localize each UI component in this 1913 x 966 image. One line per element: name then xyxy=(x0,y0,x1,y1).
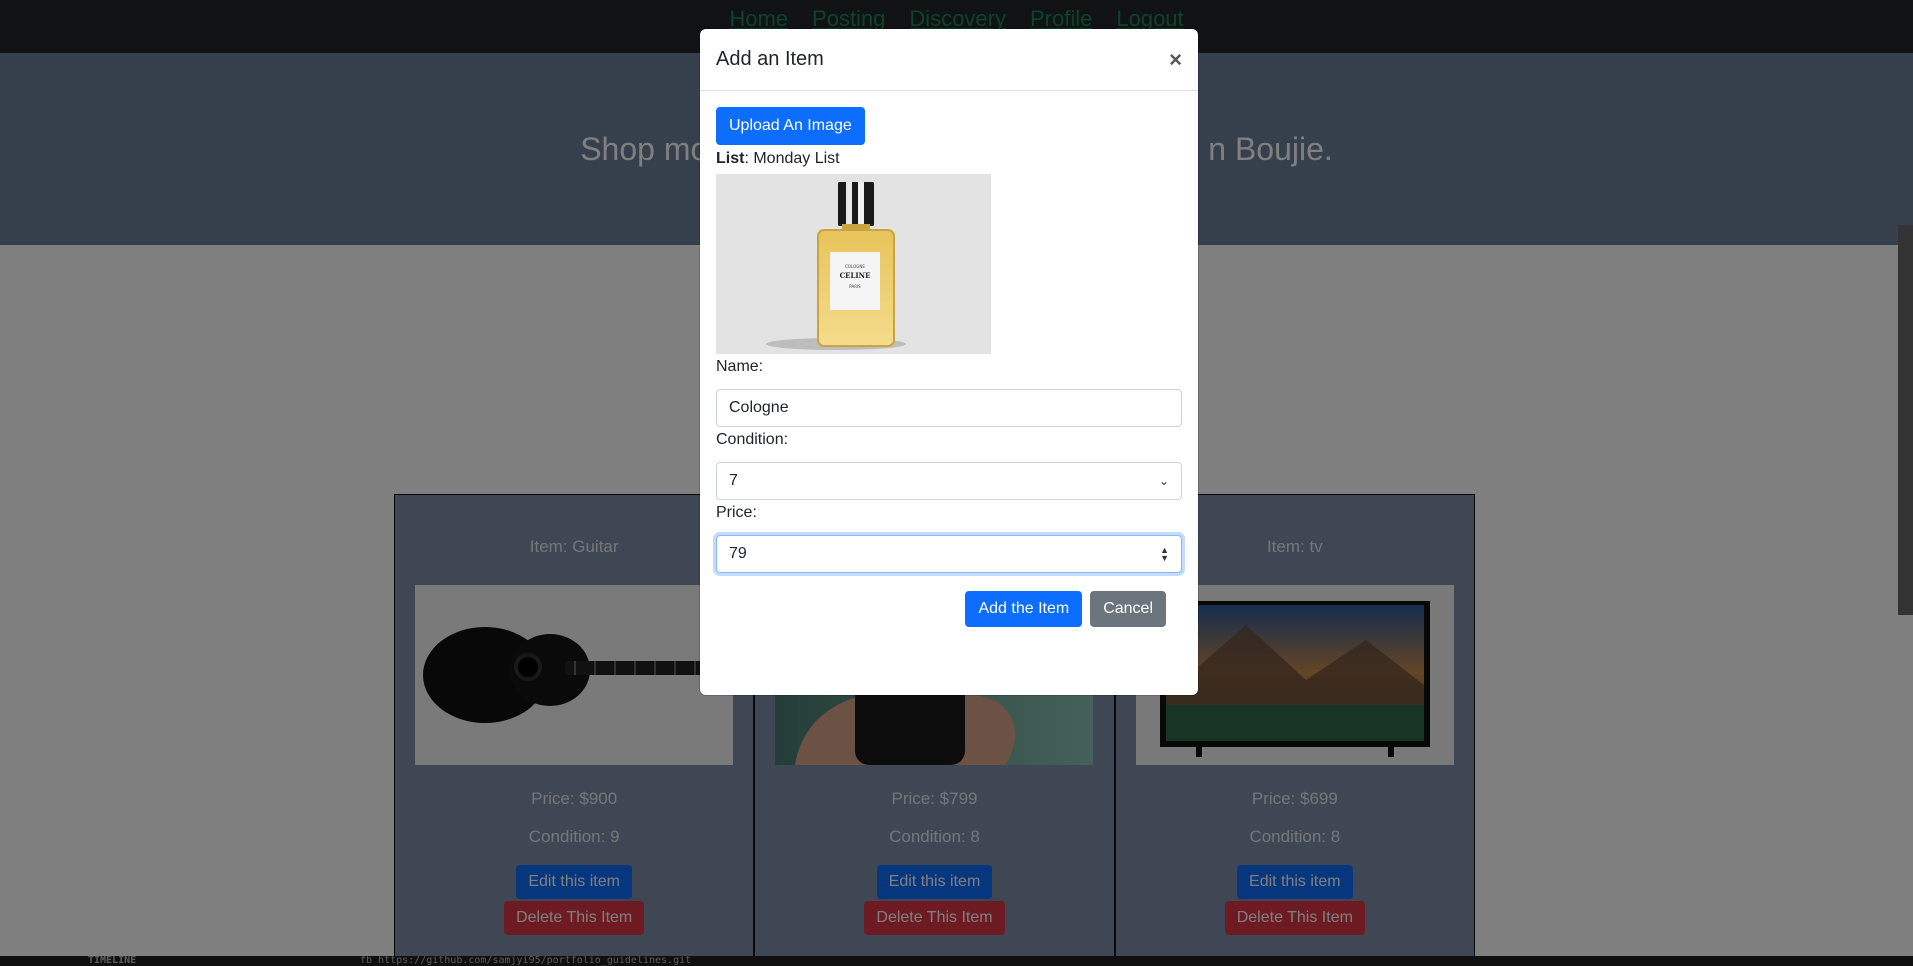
condition-value: 7 xyxy=(729,472,738,489)
scrollbar[interactable] xyxy=(1898,225,1913,615)
chevron-down-icon: ⌄ xyxy=(1158,474,1169,488)
add-item-modal: Add an Item × Upload An Image List: Mond… xyxy=(700,29,1198,695)
modal-body: Upload An Image List: Monday List CELINE… xyxy=(700,91,1198,643)
price-value: 79 xyxy=(729,545,747,562)
svg-text:CELINE: CELINE xyxy=(840,271,871,280)
price-label: Price: xyxy=(716,504,757,521)
svg-text:COLOGNE: COLOGNE xyxy=(845,264,865,269)
svg-text:PARIS: PARIS xyxy=(849,284,861,289)
name-label: Name: xyxy=(716,358,764,375)
list-line: List: Monday List xyxy=(716,150,1182,168)
modal-actions: Add the Item Cancel xyxy=(716,591,1182,627)
condition-label: Condition: xyxy=(716,431,789,448)
add-item-button[interactable]: Add the Item xyxy=(965,591,1083,627)
cancel-button[interactable]: Cancel xyxy=(1090,591,1166,627)
cologne-preview-image: CELINE COLOGNE PARIS xyxy=(716,174,991,354)
name-value: Cologne xyxy=(729,399,789,416)
list-value: : Monday List xyxy=(744,150,840,167)
upload-image-button[interactable]: Upload An Image xyxy=(716,107,865,145)
name-field[interactable]: Cologne xyxy=(716,389,1182,427)
modal-title: Add an Item xyxy=(716,48,824,70)
close-icon[interactable]: × xyxy=(1169,48,1182,71)
price-field[interactable]: 79 ▲ ▼ xyxy=(716,535,1182,573)
number-stepper-icon[interactable]: ▲ ▼ xyxy=(1160,546,1169,563)
condition-select[interactable]: 7 ⌄ xyxy=(716,462,1182,500)
modal-header: Add an Item × xyxy=(700,29,1198,91)
list-key: List xyxy=(716,150,745,167)
